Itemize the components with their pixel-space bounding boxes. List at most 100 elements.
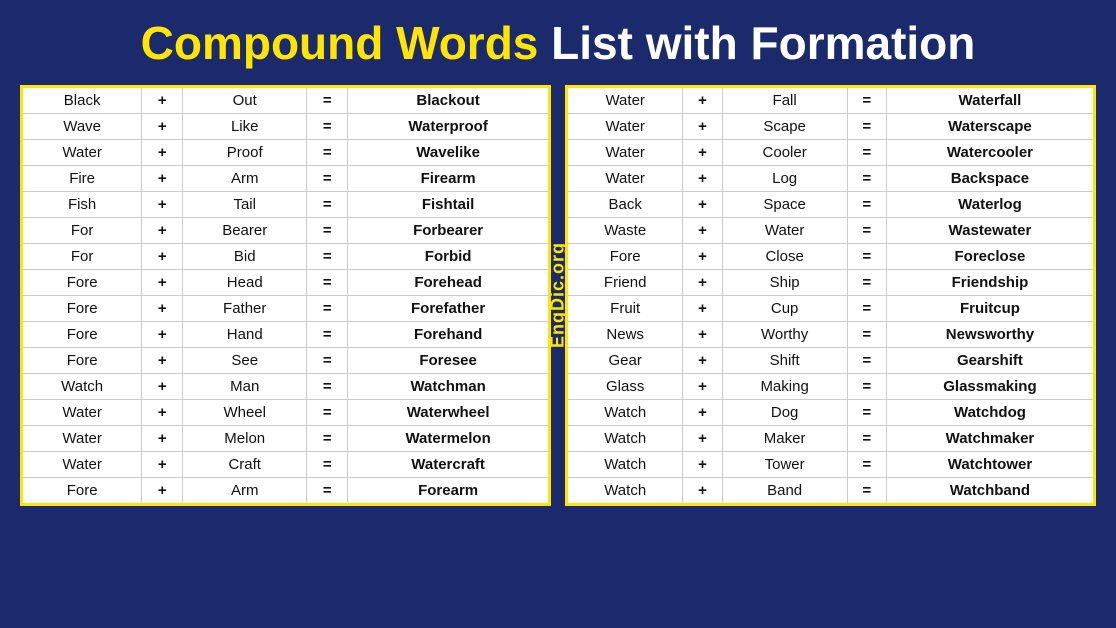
table-row: For+Bid=Forbid [22, 243, 550, 269]
equals-operator: = [847, 425, 886, 451]
equals-operator: = [847, 373, 886, 399]
word-part2: Father [183, 295, 307, 321]
compound-word: Forehand [348, 321, 550, 347]
compound-word: Waterlog [886, 191, 1094, 217]
compound-word: Watercraft [348, 451, 550, 477]
compound-word: Forefather [348, 295, 550, 321]
compound-word: Forbid [348, 243, 550, 269]
compound-word: Watchband [886, 477, 1094, 504]
word-part1: Fore [22, 295, 142, 321]
equals-operator: = [307, 217, 348, 243]
table-right: Water+Fall=WaterfallWater+Scape=Watersca… [565, 85, 1096, 506]
word-part1: Wave [22, 113, 142, 139]
plus-operator: + [142, 217, 183, 243]
equals-operator: = [307, 425, 348, 451]
word-part1: Water [22, 451, 142, 477]
word-part2: Bid [183, 243, 307, 269]
word-part2: Head [183, 269, 307, 295]
equals-operator: = [307, 243, 348, 269]
table-row: Water+Scape=Waterscape [567, 113, 1095, 139]
word-part1: Fish [22, 191, 142, 217]
word-part2: Proof [183, 139, 307, 165]
table-row: Fruit+Cup=Fruitcup [567, 295, 1095, 321]
plus-operator: + [142, 451, 183, 477]
plus-operator: + [683, 86, 722, 113]
word-part1: Watch [567, 425, 683, 451]
equals-operator: = [847, 451, 886, 477]
equals-operator: = [307, 191, 348, 217]
plus-operator: + [683, 373, 722, 399]
table-row: Fore+Arm=Forearm [22, 477, 550, 504]
equals-operator: = [847, 165, 886, 191]
word-part1: Black [22, 86, 142, 113]
word-part1: Fruit [567, 295, 683, 321]
word-part2: Bearer [183, 217, 307, 243]
plus-operator: + [683, 243, 722, 269]
plus-operator: + [142, 165, 183, 191]
plus-operator: + [142, 425, 183, 451]
word-part1: Watch [22, 373, 142, 399]
equals-operator: = [847, 321, 886, 347]
title-part1: Compound Words [141, 17, 539, 69]
table-row: Water+Wheel=Waterwheel [22, 399, 550, 425]
word-part2: Space [722, 191, 847, 217]
compound-word: Firearm [348, 165, 550, 191]
word-part1: Watch [567, 477, 683, 504]
compound-word: Wastewater [886, 217, 1094, 243]
equals-operator: = [307, 347, 348, 373]
table-row: Friend+Ship=Friendship [567, 269, 1095, 295]
table-row: Fore+Father=Forefather [22, 295, 550, 321]
plus-operator: + [142, 86, 183, 113]
word-part1: For [22, 217, 142, 243]
table-row: Gear+Shift=Gearshift [567, 347, 1095, 373]
word-part2: Water [722, 217, 847, 243]
compound-word: Wavelike [348, 139, 550, 165]
compound-word: Forbearer [348, 217, 550, 243]
compound-word: Newsworthy [886, 321, 1094, 347]
table-row: Watch+Dog=Watchdog [567, 399, 1095, 425]
equals-operator: = [307, 295, 348, 321]
equals-operator: = [847, 113, 886, 139]
plus-operator: + [142, 347, 183, 373]
word-part1: Friend [567, 269, 683, 295]
word-part2: Worthy [722, 321, 847, 347]
word-part2: Arm [183, 477, 307, 504]
word-part2: Hand [183, 321, 307, 347]
word-part1: Gear [567, 347, 683, 373]
plus-operator: + [683, 477, 722, 504]
word-part2: Like [183, 113, 307, 139]
compound-word: Watchtower [886, 451, 1094, 477]
table-row: Watch+Band=Watchband [567, 477, 1095, 504]
table-row: Water+Craft=Watercraft [22, 451, 550, 477]
word-part2: Fall [722, 86, 847, 113]
plus-operator: + [142, 321, 183, 347]
compound-word: Watchdog [886, 399, 1094, 425]
word-part2: Shift [722, 347, 847, 373]
word-part1: Watch [567, 451, 683, 477]
compound-word: Glassmaking [886, 373, 1094, 399]
plus-operator: + [683, 295, 722, 321]
word-part2: Close [722, 243, 847, 269]
compound-word: Forehead [348, 269, 550, 295]
equals-operator: = [307, 139, 348, 165]
word-part1: News [567, 321, 683, 347]
word-part1: Waste [567, 217, 683, 243]
table-row: Watch+Tower=Watchtower [567, 451, 1095, 477]
table-row: Fish+Tail=Fishtail [22, 191, 550, 217]
plus-operator: + [142, 139, 183, 165]
equals-operator: = [847, 139, 886, 165]
word-part1: For [22, 243, 142, 269]
word-part1: Water [22, 425, 142, 451]
word-part2: Melon [183, 425, 307, 451]
word-part1: Water [567, 165, 683, 191]
word-part1: Water [22, 139, 142, 165]
plus-operator: + [142, 477, 183, 504]
compound-word: Foreclose [886, 243, 1094, 269]
compound-word: Waterfall [886, 86, 1094, 113]
word-part2: Out [183, 86, 307, 113]
table-row: Glass+Making=Glassmaking [567, 373, 1095, 399]
table-row: Water+Cooler=Watercooler [567, 139, 1095, 165]
equals-operator: = [847, 477, 886, 504]
equals-operator: = [847, 347, 886, 373]
plus-operator: + [142, 295, 183, 321]
